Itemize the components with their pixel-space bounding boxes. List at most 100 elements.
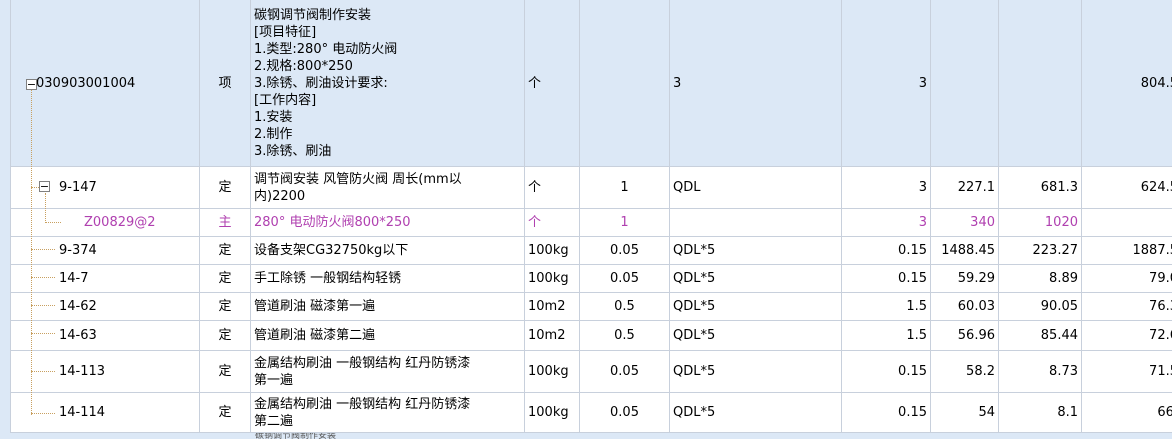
cell-desc[interactable]: 管道刷油 磁漆第二遍 [251,321,525,351]
cell-unit[interactable]: 100kg [525,265,580,293]
cell-coef[interactable]: 1 [580,167,670,209]
cell-unit-type[interactable]: 项 [200,0,251,167]
cell-desc[interactable]: 设备支架CG32750kg以下 [251,237,525,265]
cell-qty[interactable]: 3 [842,0,931,167]
cell-unit[interactable]: 100kg [525,237,580,265]
unit-type-text: 定 [218,243,232,258]
cell-expr[interactable]: QDL [670,167,842,209]
cell-last[interactable]: 66. [1082,393,1172,433]
price-text: 58.2 [966,364,995,379]
cell-total[interactable]: 90.05 [999,293,1082,321]
cell-last[interactable]: 71.5 [1082,351,1172,393]
total-text: 8.1 [1057,405,1078,420]
cell-total[interactable]: 223.27 [999,237,1082,265]
unit-text: 10m2 [528,299,566,314]
cell-qty[interactable]: 1.5 [842,321,931,351]
cell-unit[interactable]: 个 [525,167,580,209]
cell-expr[interactable]: 3 [670,0,842,167]
cell-expr[interactable]: QDL*5 [670,237,842,265]
cell-code[interactable]: 14-63 [11,321,200,351]
cell-unit-type[interactable]: 定 [200,167,251,209]
cell-expr[interactable]: QDL*5 [670,393,842,433]
cell-qty[interactable]: 0.15 [842,351,931,393]
cell-unit-type[interactable]: 定 [200,351,251,393]
cell-price[interactable]: 340 [931,209,999,237]
cell-qty[interactable]: 0.15 [842,265,931,293]
cell-unit-type[interactable]: 定 [200,293,251,321]
cell-price[interactable]: 1488.45 [931,237,999,265]
cell-last[interactable]: 76.3 [1082,293,1172,321]
cell-total[interactable]: 8.1 [999,393,1082,433]
cell-price[interactable]: 58.2 [931,351,999,393]
cell-last[interactable]: 72.6 [1082,321,1172,351]
cell-price[interactable]: 227.1 [931,167,999,209]
cell-expr[interactable]: QDL*5 [670,351,842,393]
tree-line [31,413,55,414]
cell-coef[interactable]: 0.05 [580,393,670,433]
cell-unit-type[interactable]: 定 [200,237,251,265]
cell-desc[interactable]: 管道刷油 磁漆第一遍 [251,293,525,321]
cell-coef[interactable]: 0.05 [580,237,670,265]
cell-desc[interactable]: 金属结构刷油 一般钢结构 红丹防锈漆 第一遍 [251,351,525,393]
cell-expr[interactable] [670,209,842,237]
cell-desc[interactable]: 碳钢调节阀制作安装 [项目特征] 1.类型:280° 电动防火阀 2.规格:80… [251,0,525,167]
cell-price[interactable]: 56.96 [931,321,999,351]
cell-unit[interactable]: 个 [525,0,580,167]
cell-last[interactable]: 804.5 [1082,0,1172,167]
cell-expr[interactable]: QDL*5 [670,265,842,293]
cell-total[interactable]: 8.89 [999,265,1082,293]
cell-unit-type[interactable]: 定 [200,321,251,351]
cell-total[interactable]: 85.44 [999,321,1082,351]
cell-desc[interactable]: 调节阀安装 风管防火阀 周长(mm以 内)2200 [251,167,525,209]
cell-code[interactable]: 14-62 [11,293,200,321]
cell-coef[interactable]: 0.05 [580,351,670,393]
cell-price[interactable] [931,0,999,167]
cell-code[interactable]: 030903001004 [11,0,200,167]
cell-unit-type[interactable]: 定 [200,393,251,433]
cell-desc[interactable]: 手工除锈 一般钢结构轻锈 [251,265,525,293]
desc-text: 金属结构刷油 一般钢结构 红丹防锈漆 第一遍 [254,355,471,388]
cell-coef[interactable]: 0.5 [580,293,670,321]
cell-last[interactable]: 1887.5 [1082,237,1172,265]
cell-unit[interactable]: 100kg [525,351,580,393]
cell-price[interactable]: 54 [931,393,999,433]
desc-text: 金属结构刷油 一般钢结构 红丹防锈漆 第二遍 [254,396,471,429]
cell-total[interactable]: 681.3 [999,167,1082,209]
last-text: 66. [1157,405,1172,420]
cell-unit[interactable]: 个 [525,209,580,237]
cell-total[interactable]: 1020 [999,209,1082,237]
cell-code[interactable]: 14-113 [11,351,200,393]
cell-unit[interactable]: 10m2 [525,321,580,351]
cell-last[interactable] [1082,209,1172,237]
cell-expr[interactable]: QDL*5 [670,321,842,351]
cell-desc[interactable]: 280° 电动防火阀800*250 [251,209,525,237]
cell-coef[interactable]: 1 [580,209,670,237]
cell-unit[interactable]: 10m2 [525,293,580,321]
unit-type-text: 定 [218,299,232,314]
cell-total[interactable]: 8.73 [999,351,1082,393]
collapse-toggle-icon[interactable]: − [39,181,50,192]
cell-qty[interactable]: 3 [842,209,931,237]
cell-price[interactable]: 59.29 [931,265,999,293]
cell-code[interactable]: Z00829@2 [11,209,200,237]
cell-coef[interactable]: 0.5 [580,321,670,351]
cell-qty[interactable]: 1.5 [842,293,931,321]
cell-qty[interactable]: 0.15 [842,237,931,265]
cell-qty[interactable]: 0.15 [842,393,931,433]
cell-qty[interactable]: 3 [842,167,931,209]
cell-last[interactable]: 79.0 [1082,265,1172,293]
cell-code[interactable]: 9-374 [11,237,200,265]
cell-price[interactable]: 60.03 [931,293,999,321]
cell-total[interactable] [999,0,1082,167]
cell-unit-type[interactable]: 主 [200,209,251,237]
cell-expr[interactable]: QDL*5 [670,293,842,321]
cell-code[interactable]: 14-7 [11,265,200,293]
cell-unit-type[interactable]: 定 [200,265,251,293]
cell-unit[interactable]: 100kg [525,393,580,433]
quota-grid[interactable]: 030903001004 项 碳钢调节阀制作安装 [项目特征] 1.类型:280° … [0,0,1172,439]
collapse-toggle-icon[interactable]: − [26,79,37,90]
cell-coef[interactable] [580,0,670,167]
cell-last[interactable]: 624.5 [1082,167,1172,209]
cell-coef[interactable]: 0.05 [580,265,670,293]
cell-desc[interactable]: 金属结构刷油 一般钢结构 红丹防锈漆 第二遍 [251,393,525,433]
